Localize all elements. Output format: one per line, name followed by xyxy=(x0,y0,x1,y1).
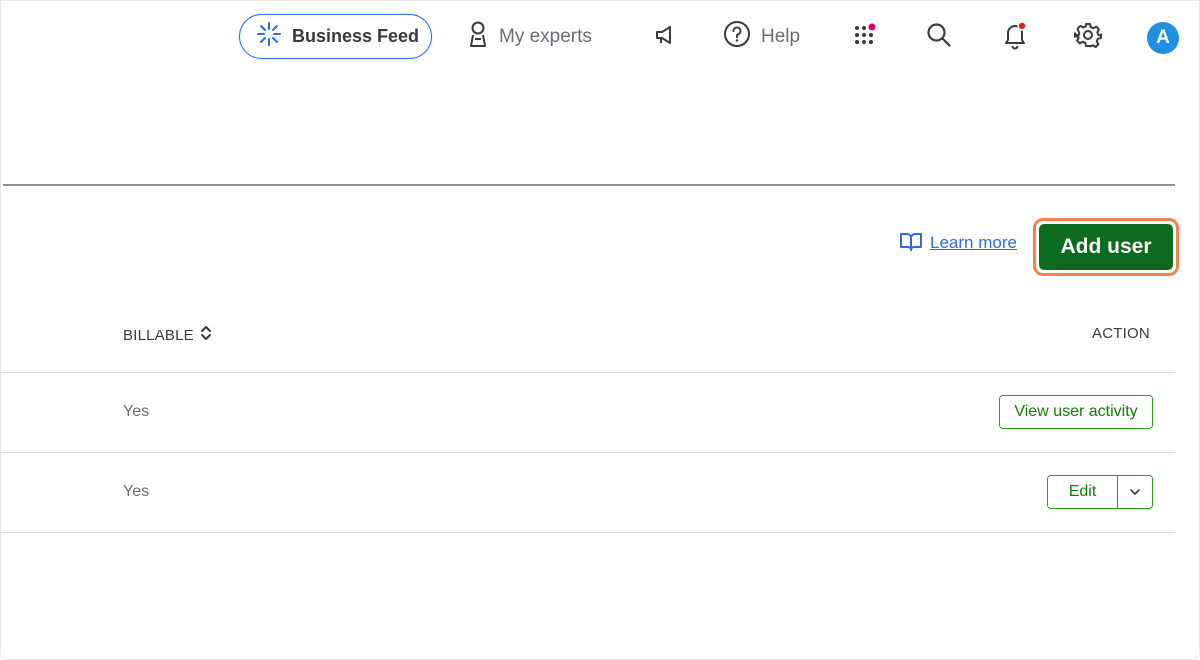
chevron-down-icon xyxy=(1129,483,1141,501)
edit-split-button: Edit xyxy=(1047,475,1153,509)
column-header-billable[interactable]: BILLABLE xyxy=(123,325,212,345)
billable-header-label: BILLABLE xyxy=(123,326,194,344)
person-icon xyxy=(467,20,489,54)
announcements-button[interactable] xyxy=(647,19,683,55)
row-divider xyxy=(1,532,1175,533)
business-feed-label: Business Feed xyxy=(292,26,420,46)
top-navigation-bar: Business Feed My experts Help A xyxy=(1,1,1199,73)
search-icon xyxy=(925,21,953,54)
my-experts-label: My experts xyxy=(499,26,592,47)
row-divider xyxy=(1,452,1175,453)
help-circle-icon xyxy=(723,20,751,54)
header-divider xyxy=(3,184,1175,186)
my-experts-button[interactable]: My experts xyxy=(467,15,592,59)
gear-icon xyxy=(1074,21,1102,54)
search-button[interactable] xyxy=(921,19,957,55)
table-header-divider xyxy=(1,372,1175,373)
settings-button[interactable] xyxy=(1070,19,1106,55)
learn-more-label[interactable]: Learn more xyxy=(930,233,1017,253)
view-user-activity-button[interactable]: View user activity xyxy=(999,395,1153,429)
billable-cell: Yes xyxy=(123,483,150,500)
notifications-button[interactable] xyxy=(997,19,1033,55)
edit-button[interactable]: Edit xyxy=(1048,476,1118,508)
billable-cell: Yes xyxy=(123,403,150,420)
apps-grid-icon xyxy=(852,22,878,53)
sparkle-icon xyxy=(256,21,282,52)
column-header-action: ACTION xyxy=(1092,325,1150,342)
user-avatar[interactable]: A xyxy=(1147,22,1179,54)
add-user-highlight: Add user xyxy=(1033,218,1179,276)
page-frame: Business Feed My experts Help A Learn mo… xyxy=(0,0,1200,660)
bell-icon xyxy=(1001,20,1029,55)
more-actions-dropdown[interactable] xyxy=(1118,476,1152,508)
sort-icon xyxy=(200,325,212,345)
add-user-button[interactable]: Add user xyxy=(1039,224,1173,270)
learn-more-link[interactable]: Learn more xyxy=(899,231,1017,255)
action-header-label: ACTION xyxy=(1092,325,1150,342)
apps-button[interactable] xyxy=(847,19,883,55)
help-button[interactable]: Help xyxy=(723,15,800,59)
megaphone-icon xyxy=(653,23,677,52)
help-label: Help xyxy=(761,26,801,47)
business-feed-button[interactable]: Business Feed xyxy=(239,14,432,59)
book-icon xyxy=(899,231,923,256)
